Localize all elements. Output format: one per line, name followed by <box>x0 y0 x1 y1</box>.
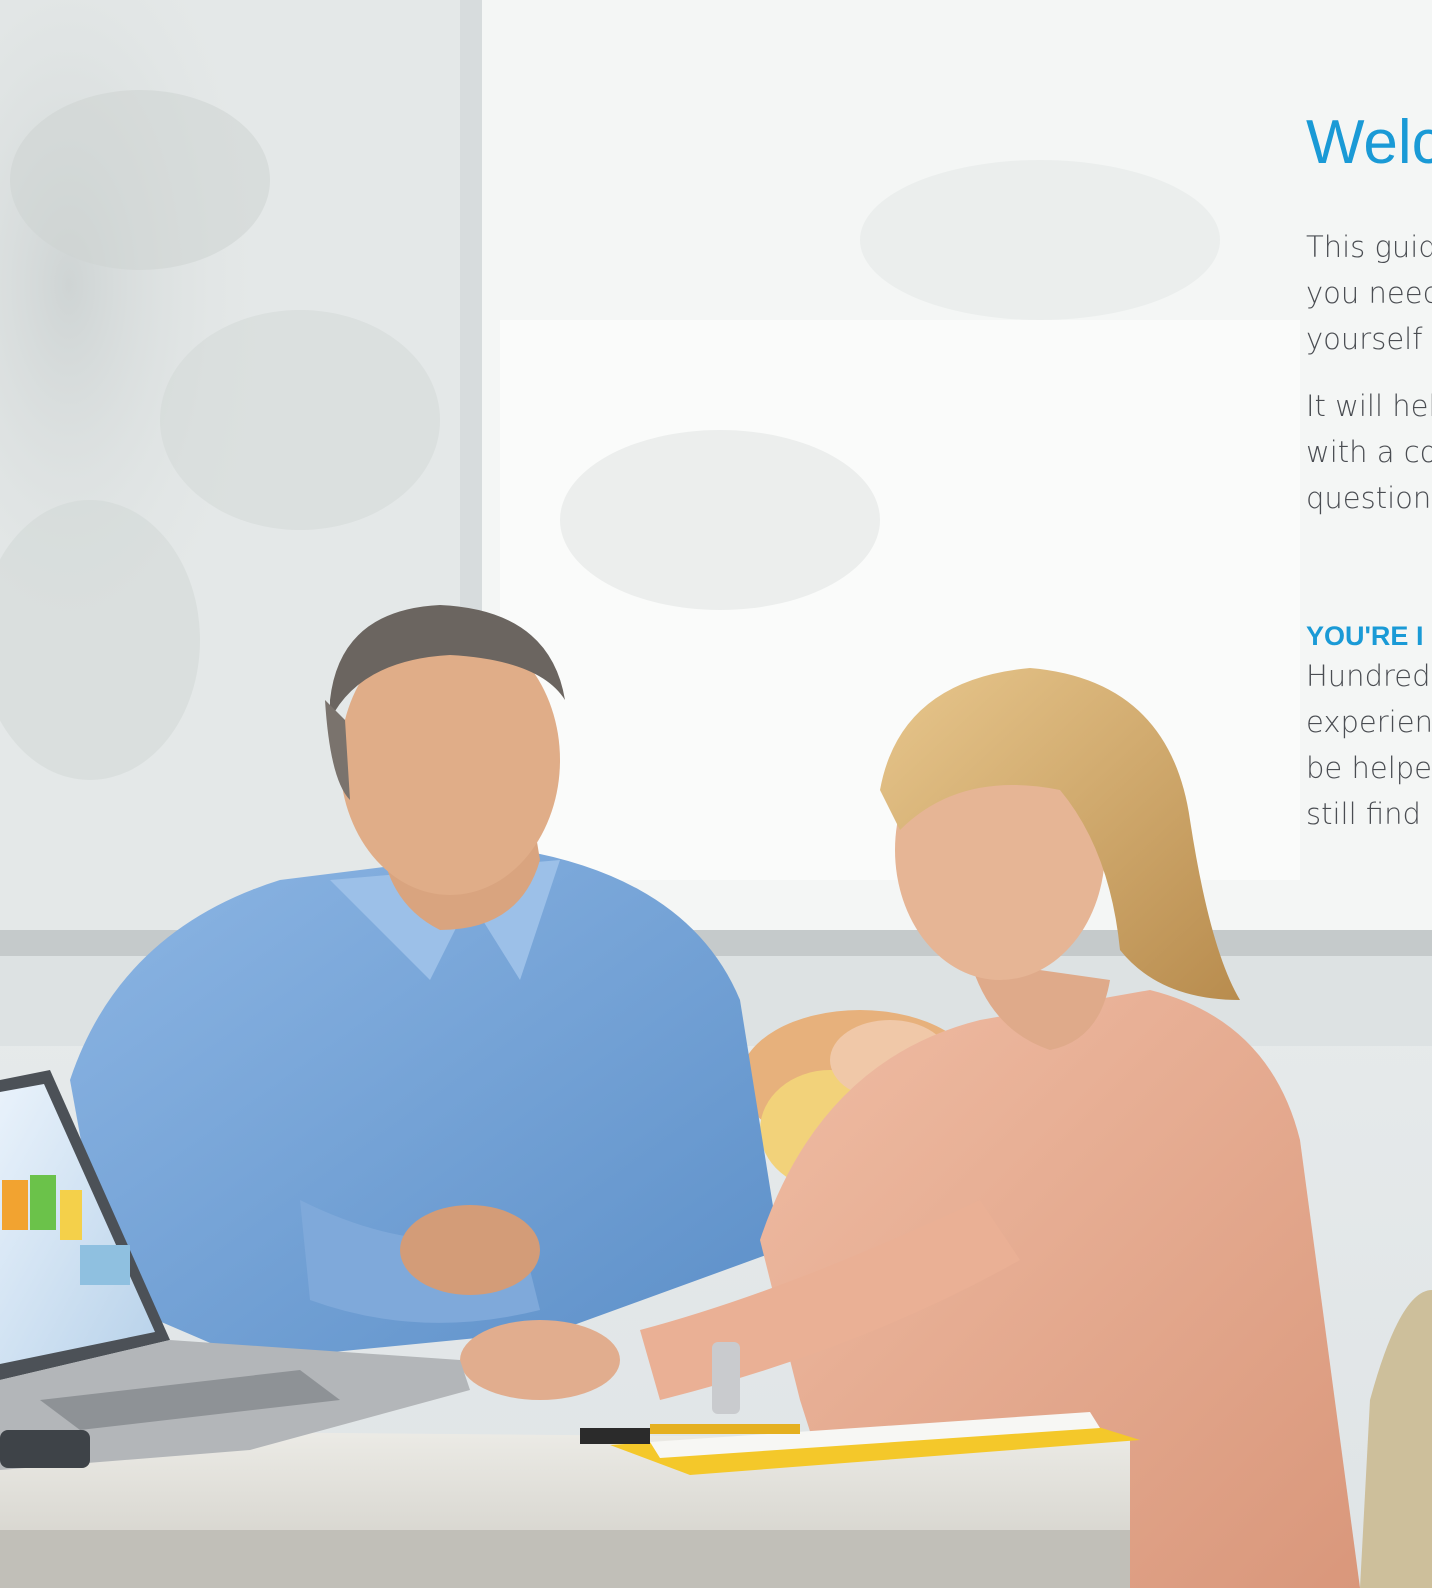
second-paragraph: It will hel with a co question <box>1306 383 1432 521</box>
intro-line: This guid <box>1306 230 1432 264</box>
section-line: still find <box>1306 797 1421 831</box>
section-line: be helpe <box>1306 751 1432 785</box>
intro-line: yourself <box>1306 322 1423 356</box>
intro-paragraph: This guid you need yourself <box>1306 224 1432 362</box>
section-paragraph: Hundred experien be helpe still find <box>1306 653 1432 837</box>
second-line: It will hel <box>1306 389 1432 423</box>
second-line: question <box>1306 481 1432 515</box>
intro-line: you need <box>1306 276 1432 310</box>
second-line: with a co <box>1306 435 1432 469</box>
page: Welc This guid you need yourself It will… <box>0 0 1432 1588</box>
section-line: experien <box>1306 705 1432 739</box>
hero-photo <box>0 0 1432 1588</box>
page-heading: Welc <box>1306 108 1432 177</box>
section-subheading: YOU'RE I <box>1306 621 1424 651</box>
section-line: Hundred <box>1306 659 1431 693</box>
